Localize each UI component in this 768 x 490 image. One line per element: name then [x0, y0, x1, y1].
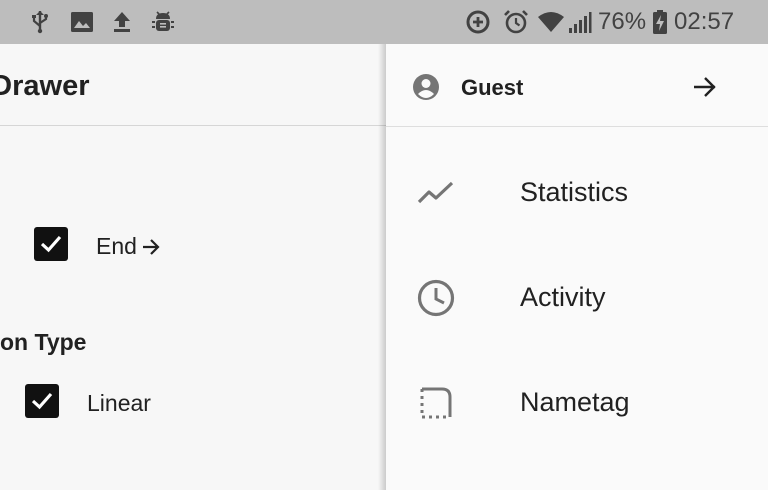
linear-option-label: Linear	[87, 390, 151, 416]
android-debug-icon	[152, 9, 174, 35]
status-bar: 76% 02:57	[0, 0, 768, 44]
nav-item-activity[interactable]: Activity	[386, 258, 768, 338]
battery-percent: 76%	[598, 8, 647, 35]
drawer-divider	[386, 126, 768, 127]
battery-charging-icon	[652, 9, 668, 35]
section-title: on Type	[0, 329, 87, 355]
nav-item-label: Activity	[520, 282, 606, 312]
guest-label: Guest	[461, 75, 524, 100]
drawer-shadow	[378, 44, 386, 490]
end-option-label: End	[96, 233, 161, 260]
data-saver-icon	[465, 9, 491, 35]
end-checkbox[interactable]	[34, 227, 68, 261]
end-label-text: End	[96, 233, 137, 259]
status-time: 02:57	[674, 8, 735, 35]
linear-checkbox[interactable]	[25, 384, 59, 418]
navigation-drawer: Guest Statistics Activity Nametag	[386, 44, 768, 490]
nav-item-label: Nametag	[520, 387, 630, 417]
signal-icon	[568, 9, 592, 35]
trending-icon	[416, 173, 456, 213]
alarm-icon	[503, 9, 529, 35]
image-icon	[70, 9, 94, 35]
page-divider	[0, 125, 386, 126]
usb-icon	[30, 9, 50, 35]
page-title: ner Drawer	[0, 70, 90, 102]
nav-item-statistics[interactable]: Statistics	[386, 153, 768, 233]
clock-icon	[416, 278, 456, 318]
nav-item-nametag[interactable]: Nametag	[386, 363, 768, 443]
crop-free-icon	[416, 383, 456, 423]
account-circle-icon	[412, 73, 440, 106]
arrow-right-icon	[141, 238, 161, 256]
wifi-icon	[537, 9, 565, 35]
arrow-right-icon[interactable]	[692, 75, 718, 104]
settings-page: ner Drawer End on Type Linear	[0, 44, 386, 490]
nav-item-label: Statistics	[520, 177, 629, 207]
upload-icon	[112, 9, 132, 35]
drawer-header[interactable]: Guest	[386, 44, 768, 126]
